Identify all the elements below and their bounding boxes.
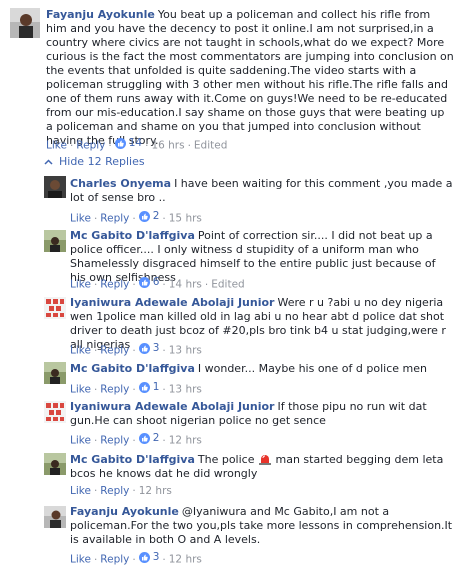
like-button[interactable]: Like: [70, 213, 91, 225]
reply-actions: Like · Reply · 3 · 12 hrs: [70, 551, 202, 566]
like-count[interactable]: 3: [138, 342, 159, 354]
reply-button[interactable]: Reply: [100, 485, 129, 497]
like-button[interactable]: Like: [70, 384, 91, 396]
like-button[interactable]: Like: [70, 279, 91, 291]
timestamp[interactable]: 16 hrs: [151, 140, 184, 152]
reply-actions: Like · Reply · 1 · 13 hrs: [70, 381, 202, 396]
reply-button[interactable]: Reply: [100, 554, 129, 566]
reply-text: Mc Gabito D'laffgiva I wonder... Maybe hi…: [70, 362, 427, 375]
reply-button[interactable]: Reply: [100, 213, 129, 225]
edited-label[interactable]: Edited: [194, 140, 227, 152]
reply-text: Charles Onyema I have been waiting for th…: [70, 177, 453, 204]
reply-button[interactable]: Reply: [100, 384, 129, 396]
timestamp[interactable]: 14 hrs: [169, 279, 202, 291]
reply-text: Iyaniwura Adewale Abolaji Junior If those…: [70, 400, 427, 427]
reply-actions: Like · Reply · 3 · 13 hrs: [70, 342, 202, 357]
thumbs-up-icon: [138, 276, 150, 288]
comment-actions: Like · Reply · 14 · 16 hrs · Edited: [46, 137, 228, 152]
edited-label[interactable]: Edited: [211, 279, 244, 291]
like-button[interactable]: Like: [46, 140, 67, 152]
comment-text: Fayanju Ayokunle You beat up a policeman …: [46, 8, 454, 148]
like-button[interactable]: Like: [70, 554, 91, 566]
reply-author[interactable]: Iyaniwura Adewale Abolaji Junior: [70, 296, 274, 309]
reply-author[interactable]: Mc Gabito D'laffgiva: [70, 453, 195, 466]
avatar[interactable]: [44, 297, 66, 319]
reply-actions: Like · Reply · 6 · 14 hrs · Edited: [70, 276, 245, 291]
timestamp[interactable]: 13 hrs: [169, 345, 202, 357]
like-count[interactable]: 3: [138, 551, 159, 563]
reply-author[interactable]: Charles Onyema: [70, 177, 171, 190]
chevron-up-icon: [44, 155, 53, 168]
avatar[interactable]: [44, 453, 66, 475]
thumbs-up-icon: [138, 342, 150, 354]
like-button[interactable]: Like: [70, 345, 91, 357]
thumbs-up-icon: [138, 551, 150, 563]
reply-button[interactable]: Reply: [100, 279, 129, 291]
timestamp[interactable]: 12 hrs: [169, 435, 202, 447]
police-light-emoji-icon: [258, 453, 272, 465]
like-count[interactable]: 2: [138, 432, 159, 444]
avatar[interactable]: [44, 176, 66, 198]
thumbs-up-icon: [138, 210, 150, 222]
timestamp[interactable]: 12 hrs: [139, 485, 172, 497]
comment-author[interactable]: Fayanju Ayokunle: [46, 8, 155, 21]
avatar[interactable]: [44, 401, 66, 423]
like-count[interactable]: 1: [138, 381, 159, 393]
like-count[interactable]: 6: [138, 276, 159, 288]
timestamp[interactable]: 12 hrs: [169, 554, 202, 566]
avatar[interactable]: [10, 8, 40, 38]
like-button[interactable]: Like: [70, 485, 91, 497]
reply-author[interactable]: Iyaniwura Adewale Abolaji Junior: [70, 400, 274, 413]
reply-actions: Like · Reply · 2 · 15 hrs: [70, 210, 202, 225]
reply-text: Fayanju Ayokunle @Iyaniwura and Mc Gabito…: [70, 505, 453, 546]
reply-button[interactable]: Reply: [100, 345, 129, 357]
thumbs-up-icon: [138, 432, 150, 444]
like-button[interactable]: Like: [70, 435, 91, 447]
avatar[interactable]: [44, 230, 66, 252]
hide-replies-link[interactable]: Hide 12 Replies: [44, 155, 145, 168]
reply-button[interactable]: Reply: [76, 140, 105, 152]
reply-author[interactable]: Fayanju Ayokunle: [70, 505, 179, 518]
avatar[interactable]: [44, 506, 66, 528]
reply-author[interactable]: Mc Gabito D'laffgiva: [70, 229, 195, 242]
like-count[interactable]: 14: [114, 137, 142, 149]
timestamp[interactable]: 15 hrs: [169, 213, 202, 225]
reply-author[interactable]: Mc Gabito D'laffgiva: [70, 362, 195, 375]
reply-actions: Like · Reply · 12 hrs: [70, 485, 172, 497]
reply-text: Mc Gabito D'laffgiva The police man start…: [70, 453, 444, 480]
like-count[interactable]: 2: [138, 210, 159, 222]
avatar[interactable]: [44, 362, 66, 384]
thumbs-up-icon: [114, 137, 126, 149]
comment-body: You beat up a policeman and collect his …: [46, 8, 454, 147]
reply-actions: Like · Reply · 2 · 12 hrs: [70, 432, 202, 447]
thumbs-up-icon: [138, 381, 150, 393]
timestamp[interactable]: 13 hrs: [169, 384, 202, 396]
reply-button[interactable]: Reply: [100, 435, 129, 447]
